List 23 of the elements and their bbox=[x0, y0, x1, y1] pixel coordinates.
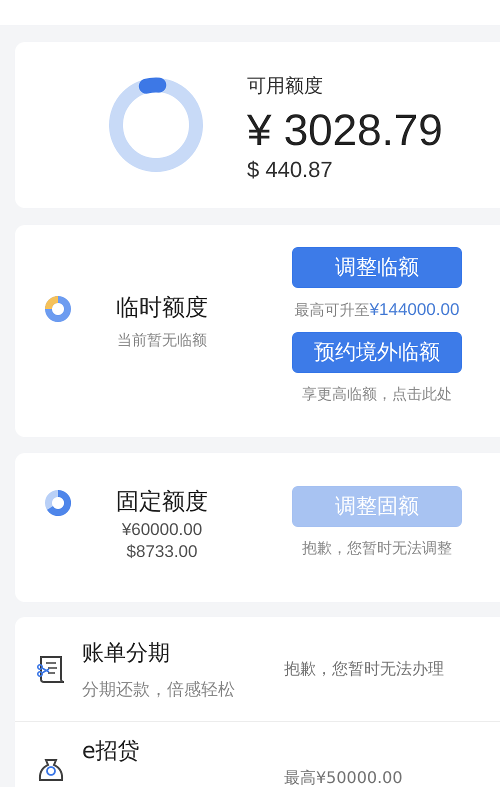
service-title: 账单分期 bbox=[82, 640, 171, 668]
service-status: 最高¥50000.00 bbox=[284, 768, 403, 787]
temporary-credit-title: 临时额度 bbox=[116, 294, 208, 322]
action-hint: 抱歉，您暂时无法调整 bbox=[302, 538, 452, 558]
available-credit-cny: ¥ 3028.79 bbox=[247, 105, 443, 157]
service-subtitle: 分期还款，倍感轻松 bbox=[82, 678, 236, 700]
service-status: 抱歉，您暂时无法办理 bbox=[284, 658, 444, 680]
service-row[interactable]: e招贷 最高¥50000.00 bbox=[15, 722, 500, 787]
action-hint: 最高可升至¥144000.00 bbox=[294, 300, 460, 320]
scissors-bill-icon bbox=[35, 653, 67, 685]
temporary-credit-status: 当前暂无临额 bbox=[117, 330, 207, 350]
action-hint: 享更高临额，点击此处 bbox=[302, 384, 452, 404]
action-button[interactable]: 调整临额 bbox=[292, 246, 462, 288]
service-title: e招贷 bbox=[82, 738, 141, 766]
fixed-credit-title: 固定额度 bbox=[116, 488, 208, 516]
fixed-credit-amount: ¥60000.00 bbox=[122, 518, 202, 540]
pie-chart-icon bbox=[44, 488, 72, 516]
service-row[interactable]: 账单分期 分期还款，倍感轻松 抱歉，您暂时无法办理 bbox=[15, 617, 500, 722]
pie-chart-icon bbox=[44, 294, 72, 322]
action-button[interactable]: 预约境外临额 bbox=[292, 332, 462, 372]
available-credit-usd: $ 440.87 bbox=[247, 157, 334, 183]
fixed-credit-amount: $8733.00 bbox=[126, 540, 198, 562]
available-credit-label: 可用额度 bbox=[247, 74, 324, 99]
